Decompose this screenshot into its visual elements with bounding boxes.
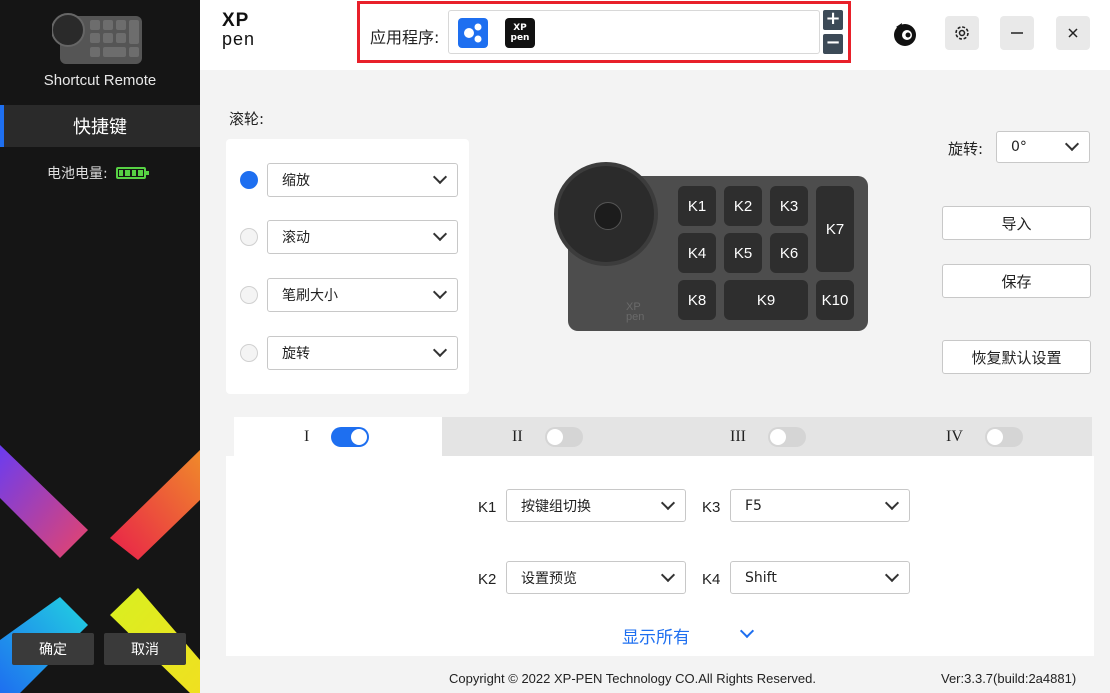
sidebar-item-shortcuts[interactable]: 快捷键 — [0, 105, 200, 147]
application-selector: 应用程序: XP pen + − — [357, 1, 851, 63]
wheel-option-3: 笔刷大小 — [238, 278, 460, 312]
key-label-k1: K1 — [478, 499, 497, 516]
device-key-k3[interactable]: K3 — [770, 186, 808, 226]
device-dial[interactable] — [554, 162, 658, 266]
version-text: Ver:3.3.7(build:2a4881) — [941, 671, 1077, 686]
group-4-toggle[interactable] — [984, 426, 1023, 447]
battery-status: 电池电量: — [47, 163, 149, 183]
top-bar: XP pen 应用程序: XP pen + − — [200, 0, 1110, 70]
gear-icon — [955, 26, 969, 40]
device-key-k10[interactable]: K10 — [816, 280, 854, 320]
sidebar-item-label: 快捷键 — [73, 117, 127, 138]
wheel-option-2: 滚动 — [238, 220, 460, 254]
key-group-tabs: I II III IV — [234, 417, 1092, 456]
tab-group-1[interactable]: I — [234, 417, 442, 456]
sidebar: Shortcut Remote 快捷键 电池电量: 确定 取消 — [0, 0, 200, 693]
dial-center-button — [594, 202, 622, 230]
device-key-k2[interactable]: K2 — [724, 186, 762, 226]
key-label-k4: K4 — [702, 571, 721, 588]
device-key-k5[interactable]: K5 — [724, 233, 762, 273]
settings-button[interactable] — [945, 16, 979, 50]
wheel-option-4: 旋转 — [238, 336, 460, 370]
application-list: XP pen — [448, 10, 820, 54]
device-image: K1 K2 K3 K7 K4 K5 K6 K8 K9 K10 XP pen — [552, 160, 868, 335]
chevron-down-icon — [660, 567, 676, 582]
chevron-down-icon — [432, 284, 448, 300]
remove-application-button[interactable]: − — [823, 34, 843, 54]
battery-icon — [115, 167, 149, 179]
wheel-function-select[interactable]: 缩放 — [267, 163, 458, 197]
wheel-function-select[interactable]: 笔刷大小 — [267, 278, 458, 312]
group-2-toggle[interactable] — [544, 426, 583, 447]
tab-group-3[interactable]: III — [730, 417, 806, 456]
wheel-radio-zoom[interactable] — [240, 171, 258, 189]
device-key-k9[interactable]: K9 — [724, 280, 808, 320]
chevron-down-icon — [432, 342, 448, 358]
wheel-function-select[interactable]: 滚动 — [267, 220, 458, 254]
key-label-k2: K2 — [478, 571, 497, 588]
app-icon-all[interactable] — [458, 18, 488, 48]
confirm-button[interactable]: 确定 — [12, 633, 94, 665]
active-indicator — [0, 105, 4, 147]
chevron-down-icon — [660, 495, 676, 510]
chevron-down-icon — [1064, 136, 1080, 152]
wheel-option-1: 缩放 — [238, 163, 460, 197]
wheel-title: 滚轮: — [229, 110, 265, 128]
device-key-k7[interactable]: K7 — [816, 186, 854, 272]
group-3-toggle[interactable] — [767, 426, 806, 447]
key-k2-select[interactable]: 设置预览 — [506, 561, 686, 594]
save-button[interactable]: 保存 — [942, 264, 1091, 298]
chevron-down-icon — [884, 567, 900, 582]
key-k3-select[interactable]: F5 — [730, 489, 910, 522]
key-label-k3: K3 — [702, 499, 721, 516]
minimize-icon — [1011, 32, 1023, 34]
device-thumbnail — [52, 13, 142, 64]
key-k1-select[interactable]: 按键组切换 — [506, 489, 686, 522]
group-1-toggle[interactable] — [331, 426, 370, 447]
wheel-radio-rotate[interactable] — [240, 344, 258, 362]
key-k4-select[interactable]: Shift — [730, 561, 910, 594]
xppen-logo: XP pen — [222, 10, 256, 49]
chevron-down-icon — [884, 495, 900, 510]
decorative-x-graphic — [0, 445, 200, 693]
cancel-button[interactable]: 取消 — [104, 633, 186, 665]
close-button[interactable] — [1056, 16, 1090, 50]
reset-defaults-button[interactable]: 恢复默认设置 — [942, 340, 1091, 374]
rotation-label: 旋转: — [948, 140, 984, 158]
chevron-down-icon — [432, 226, 448, 242]
show-all-link[interactable]: 显示所有 — [622, 623, 690, 648]
add-application-button[interactable]: + — [823, 10, 843, 30]
device-logo: XP pen — [626, 301, 645, 323]
device-key-k6[interactable]: K6 — [770, 233, 808, 273]
copyright-text: Copyright © 2022 XP-PEN Technology CO.Al… — [449, 671, 817, 686]
application-label: 应用程序: — [370, 28, 440, 47]
device-key-k1[interactable]: K1 — [678, 186, 716, 226]
wheel-options-panel: 缩放 滚动 笔刷大小 旋转 — [226, 139, 469, 394]
tab-group-4[interactable]: IV — [946, 417, 1023, 456]
chevron-down-icon — [432, 169, 448, 185]
tab-group-2[interactable]: II — [512, 417, 583, 456]
feedback-icon[interactable] — [892, 21, 918, 47]
device-key-k8[interactable]: K8 — [678, 280, 716, 320]
app-icon-xppen[interactable]: XP pen — [505, 18, 535, 48]
battery-label: 电池电量: — [47, 166, 108, 182]
import-button[interactable]: 导入 — [942, 206, 1091, 240]
close-icon — [1068, 28, 1078, 38]
dots-icon — [464, 23, 482, 43]
wheel-radio-scroll[interactable] — [240, 228, 258, 246]
device-key-k4[interactable]: K4 — [678, 233, 716, 273]
device-name: Shortcut Remote — [43, 72, 157, 89]
minimize-button[interactable] — [1000, 16, 1034, 50]
wheel-function-select[interactable]: 旋转 — [267, 336, 458, 370]
rotation-select[interactable]: 0° — [996, 131, 1090, 163]
wheel-radio-brush-size[interactable] — [240, 286, 258, 304]
